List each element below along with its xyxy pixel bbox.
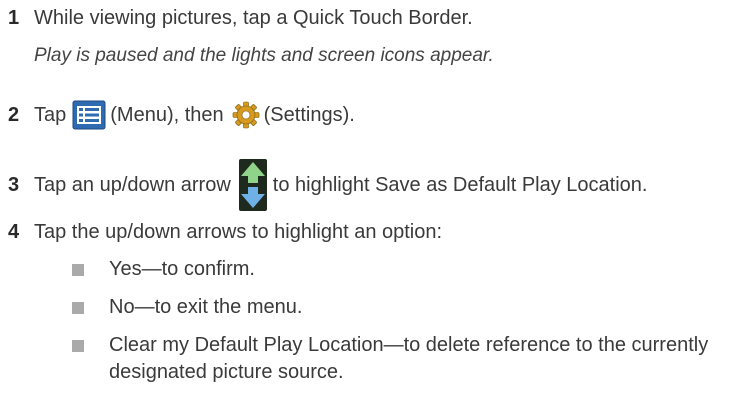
step-text-settings: (Settings). — [263, 104, 355, 126]
list-item-yes: Yes—to confirm. — [72, 256, 255, 283]
step-number: 1 — [8, 7, 20, 29]
list-item-no: No—to exit the menu. — [72, 294, 302, 321]
bullet-square — [72, 264, 84, 276]
step-text-tap: Tap — [34, 104, 67, 126]
list-item-clear: Clear my Default Play Location—to delete… — [72, 332, 742, 386]
option-text: No—to exit the menu. — [109, 296, 303, 318]
step-text-post: to highlight Save as Default Play Locati… — [272, 174, 648, 196]
step-number: 4 — [8, 221, 20, 243]
menu-icon — [72, 100, 106, 130]
step-1-result-note: Play is paused and the lights and screen… — [34, 45, 494, 66]
step-text-menu: (Menu), then — [110, 104, 224, 126]
bullet-square — [72, 340, 84, 352]
option-text: Clear my Default Play Location—to delete… — [109, 334, 709, 383]
gear-icon — [232, 101, 260, 129]
step-2: 2 Tap (Menu), then (Settings). — [0, 100, 355, 130]
step-4: 4 Tap the up/down arrows to highlight an… — [0, 220, 442, 244]
option-text: Yes—to confirm. — [109, 258, 255, 280]
step-text: Tap the up/down arrows to highlight an o… — [34, 221, 443, 243]
bullet-square — [72, 302, 84, 314]
step-number: 2 — [8, 104, 20, 126]
step-3: 3 Tap an up/down arrow to highlight Save… — [0, 158, 647, 212]
step-number: 3 — [8, 174, 20, 196]
up-down-arrow-icon — [238, 159, 267, 211]
step-text-pre: Tap an up/down arrow — [34, 174, 231, 196]
step-1: 1 While viewing pictures, tap a Quick To… — [0, 6, 473, 30]
step-text: While viewing pictures, tap a Quick Touc… — [34, 7, 473, 29]
